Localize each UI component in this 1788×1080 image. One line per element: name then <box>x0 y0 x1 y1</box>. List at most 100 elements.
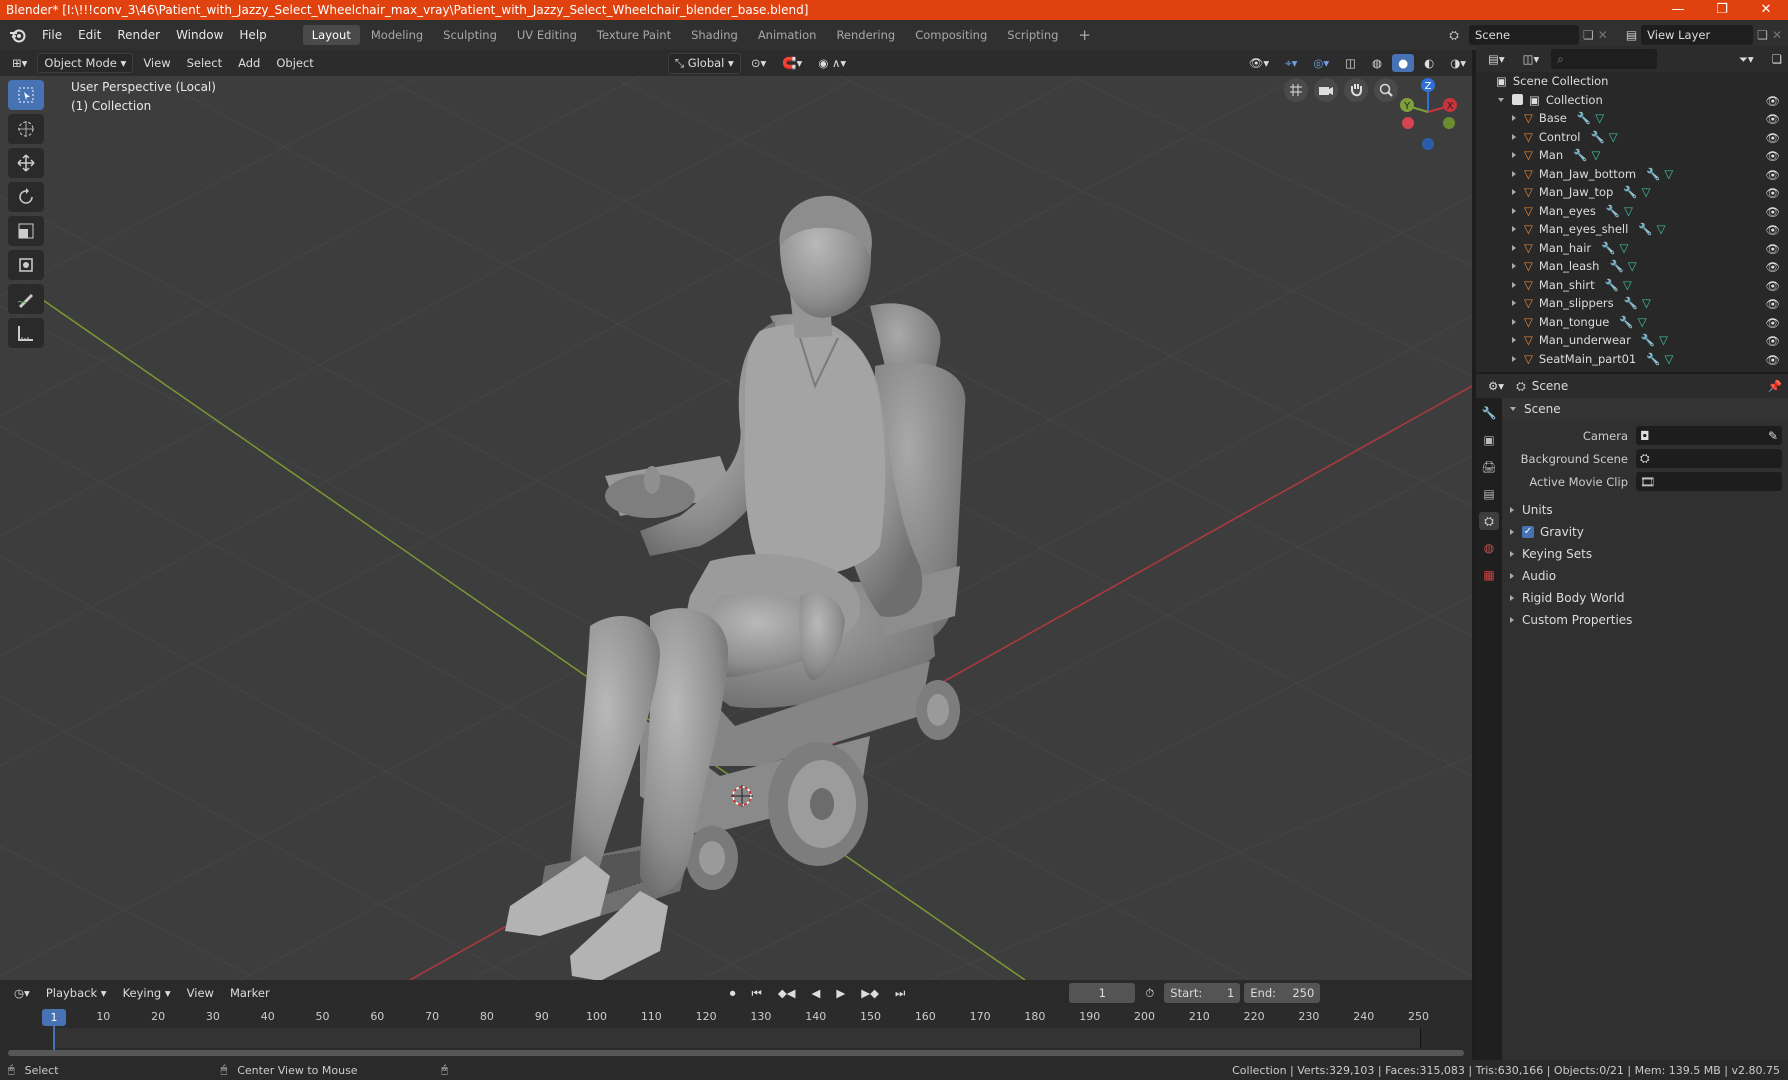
mesh-data-icon[interactable]: ▽ <box>1665 352 1674 366</box>
outliner-object-row[interactable]: ▽ Man_underwear 🔧 ▽ 👁 <box>1476 331 1788 350</box>
view-layer-field[interactable]: View Layer <box>1641 25 1754 45</box>
timeline-ruler[interactable]: 10 20 30 40 50 60 70 80 90 100 110 120 130 140 150 160 1… <box>0 1006 1472 1048</box>
mesh-data-icon[interactable]: ▽ <box>1628 259 1637 273</box>
eye-icon[interactable]: 👁 <box>1765 131 1780 145</box>
delete-scene-icon[interactable]: ✕ <box>1598 28 1608 42</box>
modifier-wrench-icon[interactable]: 🔧 <box>1606 204 1620 218</box>
active-movie-clip-field[interactable]: 🎞 <box>1636 472 1782 491</box>
modifier-wrench-icon[interactable]: 🔧 <box>1646 352 1660 366</box>
eye-icon[interactable]: 👁 <box>1765 94 1780 108</box>
properties-editor-icon[interactable]: ⚙▾ <box>1482 377 1510 395</box>
editor-type-icon[interactable]: ⊞▾ <box>6 54 33 72</box>
pivot-point-icon[interactable]: ⊙▾ <box>745 54 772 72</box>
navigation-gizmo[interactable]: Z X Y <box>1390 76 1466 156</box>
menu-help[interactable]: Help <box>231 28 274 42</box>
eye-icon[interactable]: 👁 <box>1765 260 1780 274</box>
eye-icon[interactable]: 👁 <box>1765 168 1780 182</box>
scene-selector-icon[interactable]: ⛭ <box>1443 28 1465 43</box>
mesh-data-icon[interactable]: ▽ <box>1664 167 1673 181</box>
mesh-data-icon[interactable]: ▽ <box>1609 130 1618 144</box>
workspace-tab-layout[interactable]: Layout <box>302 25 360 45</box>
eye-icon[interactable]: 👁 <box>1765 316 1780 330</box>
grid-view-icon[interactable] <box>1284 78 1308 102</box>
view-layer-icon[interactable]: ▤ <box>1626 28 1637 42</box>
view-layer-tab-icon[interactable]: ▤ <box>1479 485 1499 503</box>
record-button-icon[interactable]: ⏺ <box>724 984 742 1003</box>
menu-edit[interactable]: Edit <box>70 28 109 42</box>
material-shading-icon[interactable]: ◐ <box>1418 54 1440 72</box>
modifier-wrench-icon[interactable]: 🔧 <box>1605 278 1619 292</box>
outliner-object-row[interactable]: ▽ Man_tongue 🔧 ▽ 👁 <box>1476 313 1788 332</box>
scene-section-header[interactable]: Scene <box>1502 398 1788 420</box>
transform-orientation-dropdown[interactable]: ⤡ Global ▾ <box>667 52 741 74</box>
expand-arrow-icon[interactable] <box>1512 170 1516 177</box>
eyedropper-icon[interactable]: ✎ <box>1768 429 1778 443</box>
eye-icon[interactable]: 👁 <box>1765 186 1780 200</box>
subpanel-expand-icon[interactable] <box>1510 507 1514 513</box>
modifier-wrench-icon[interactable]: 🔧 <box>1577 111 1591 125</box>
subpanel-audio[interactable]: Audio <box>1502 565 1788 587</box>
outliner-object-row[interactable]: ▽ Man_Jaw_top 🔧 ▽ 👁 <box>1476 183 1788 202</box>
eye-icon[interactable]: 👁 <box>1765 205 1780 219</box>
measure-tool-icon[interactable] <box>8 318 44 348</box>
mesh-data-icon[interactable]: ▽ <box>1659 333 1668 347</box>
restore-button[interactable]: ❐ <box>1700 0 1744 20</box>
overlay-toggle-icon[interactable]: ◎▾ <box>1307 54 1335 72</box>
blender-logo-icon[interactable] <box>8 25 28 45</box>
eye-icon[interactable]: 👁 <box>1765 353 1780 367</box>
stopwatch-icon[interactable]: ⏱ <box>1139 984 1160 1003</box>
minimize-button[interactable]: — <box>1656 0 1700 20</box>
visibility-icon[interactable]: 👁▾ <box>1243 54 1275 72</box>
jump-end-icon[interactable]: ⏭ <box>889 984 911 1003</box>
rendered-shading-icon[interactable]: ◑▾ <box>1444 54 1472 72</box>
menu-add[interactable]: Add <box>232 54 266 72</box>
eye-icon[interactable]: 👁 <box>1765 279 1780 293</box>
outliner-object-row[interactable]: ▽ Base 🔧 ▽ 👁 <box>1476 109 1788 128</box>
expand-arrow-icon[interactable] <box>1512 207 1516 214</box>
modifier-wrench-icon[interactable]: 🔧 <box>1646 167 1660 181</box>
mesh-data-icon[interactable]: ▽ <box>1642 185 1651 199</box>
outliner-search-input[interactable]: ⌕ <box>1551 49 1658 69</box>
subpanel-expand-icon[interactable] <box>1510 529 1514 535</box>
gizmo-toggle-icon[interactable]: ⌖▾ <box>1279 54 1303 73</box>
modifier-wrench-icon[interactable]: 🔧 <box>1573 148 1587 162</box>
eye-icon[interactable]: 👁 <box>1765 112 1780 126</box>
scene-tab-icon[interactable]: ⛭ <box>1479 512 1499 530</box>
expand-arrow-icon[interactable] <box>1512 263 1516 270</box>
play-reverse-icon[interactable]: ◀ <box>806 984 827 1002</box>
world-tab-icon[interactable]: ◍ <box>1479 539 1499 557</box>
outliner-object-row[interactable]: ▽ Man_leash 🔧 ▽ 👁 <box>1476 257 1788 276</box>
mesh-data-icon[interactable]: ▽ <box>1638 315 1647 329</box>
subpanel-units[interactable]: Units <box>1502 499 1788 521</box>
mesh-data-icon[interactable]: ▽ <box>1591 148 1600 162</box>
close-button[interactable]: ✕ <box>1744 0 1788 20</box>
outliner-object-row[interactable]: ▽ Man_Jaw_bottom 🔧 ▽ 👁 <box>1476 165 1788 184</box>
subpanel-keying-sets[interactable]: Keying Sets <box>1502 543 1788 565</box>
new-scene-icon[interactable]: ❏ <box>1583 28 1594 42</box>
expand-arrow-icon[interactable] <box>1512 355 1516 362</box>
texture-tab-icon[interactable]: ▦ <box>1479 566 1499 584</box>
subpanel-custom-properties[interactable]: Custom Properties <box>1502 609 1788 631</box>
workspace-tab-sculpting[interactable]: Sculpting <box>434 25 506 45</box>
mesh-data-icon[interactable]: ▽ <box>1623 278 1632 292</box>
menu-view[interactable]: View <box>137 54 176 72</box>
eye-icon[interactable]: 👁 <box>1765 297 1780 311</box>
proportional-edit-icon[interactable]: ◉ ∧▾ <box>812 54 852 72</box>
camera-view-icon[interactable] <box>1314 78 1338 102</box>
menu-object[interactable]: Object <box>270 54 319 72</box>
expand-arrow-icon[interactable] <box>1512 152 1516 159</box>
menu-window[interactable]: Window <box>168 28 231 42</box>
outliner-scene-collection[interactable]: ▣ Scene Collection <box>1476 72 1788 91</box>
solid-shading-icon[interactable]: ● <box>1392 54 1415 72</box>
wireframe-shading-icon[interactable]: ◍ <box>1366 54 1388 72</box>
new-collection-icon[interactable]: ❏ <box>1766 50 1788 68</box>
eye-icon[interactable]: 👁 <box>1765 242 1780 256</box>
modifier-wrench-icon[interactable]: 🔧 <box>1601 241 1615 255</box>
gravity-checkbox[interactable]: ✓ <box>1522 526 1534 538</box>
workspace-tab-rendering[interactable]: Rendering <box>827 25 904 45</box>
timeline-scrollbar[interactable] <box>8 1050 1464 1056</box>
viewport-scene[interactable] <box>0 76 1472 980</box>
3d-viewport[interactable]: User Perspective (Local) (1) Collection … <box>0 76 1472 980</box>
modifier-wrench-icon[interactable]: 🔧 <box>1590 130 1604 144</box>
outliner-editor-icon[interactable]: ▤▾ <box>1482 50 1511 68</box>
